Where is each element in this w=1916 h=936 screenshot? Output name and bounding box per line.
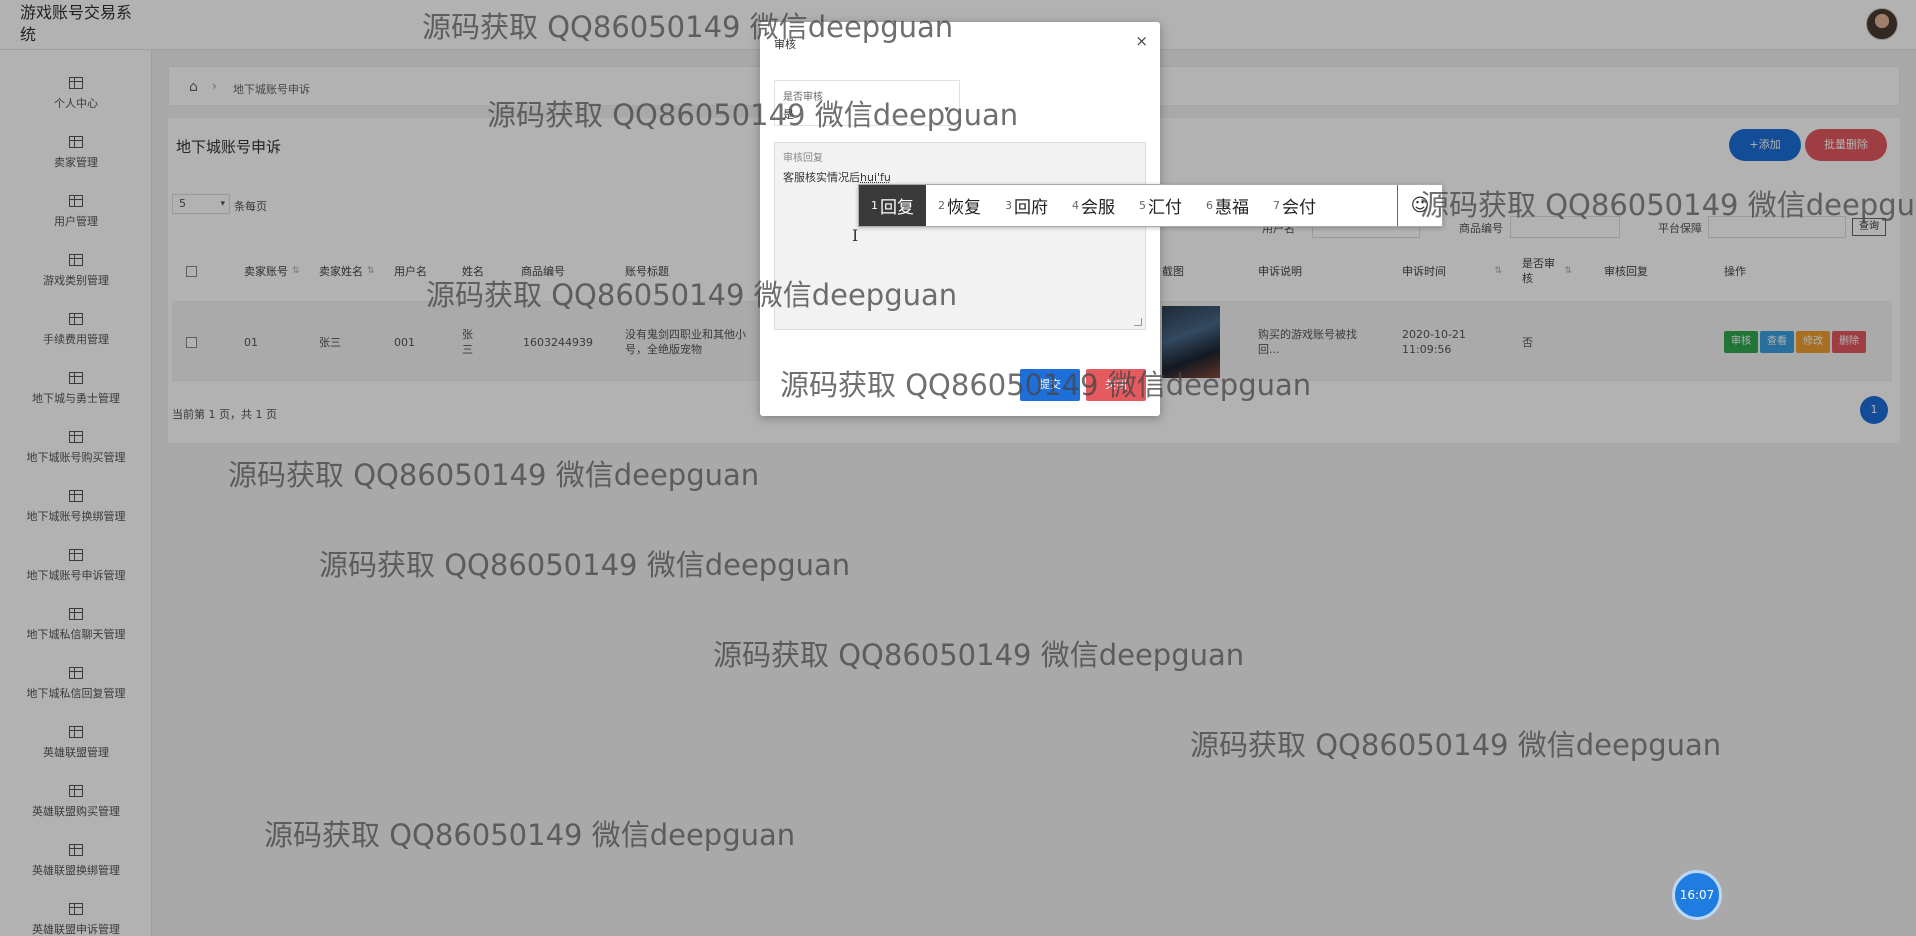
reviewed-label: 是否审核 <box>783 92 823 103</box>
ime-candidate[interactable]: 1 回复 <box>859 185 926 226</box>
ime-candidate[interactable]: 7 会付 <box>1261 185 1328 226</box>
ime-candidate[interactable]: 6 惠福 <box>1194 185 1261 226</box>
candidate-index: 6 <box>1206 199 1213 212</box>
ime-candidate[interactable]: 4 会服 <box>1060 185 1127 226</box>
candidate-index: 4 <box>1072 199 1079 212</box>
candidate-text: 汇付 <box>1148 198 1182 218</box>
floating-clock[interactable]: 16:07 <box>1672 870 1722 920</box>
dialog-title: 审核 <box>774 38 796 51</box>
chevron-down-icon: ▾ <box>944 105 949 115</box>
candidate-text: 恢复 <box>947 198 981 218</box>
review-reply-text: 客服核实情况后 <box>783 171 860 184</box>
ime-composition-text: hui'fu <box>860 171 891 184</box>
ime-candidate[interactable]: 2 恢复 <box>926 185 993 226</box>
emoji-icon[interactable]: ☺ <box>1398 185 1442 226</box>
close-icon[interactable]: × <box>1135 34 1148 49</box>
review-reply-value: 客服核实情况后hui'fu <box>783 169 891 185</box>
ime-candidate[interactable]: 5 汇付 <box>1127 185 1194 226</box>
ime-candidate-bar: 1 回复 2 恢复 3 回府 4 会服 5 汇付 6 惠福 7 会付 ☺ <box>858 184 1443 227</box>
candidate-index: 1 <box>871 199 878 212</box>
review-reply-textarea[interactable]: 审核回复 客服核实情况后hui'fu <box>774 142 1146 330</box>
ime-candidate[interactable]: 3 回府 <box>993 185 1060 226</box>
candidate-index: 3 <box>1005 199 1012 212</box>
candidate-text: 惠福 <box>1215 198 1249 218</box>
submit-button[interactable]: 提交 <box>1020 369 1080 401</box>
close-button[interactable]: 关闭 <box>1086 369 1146 401</box>
candidate-text: 会服 <box>1081 198 1115 218</box>
text-cursor-icon: I <box>852 226 859 245</box>
candidate-index: 7 <box>1273 199 1280 212</box>
reviewed-value: 是 <box>783 108 794 121</box>
candidate-index: 5 <box>1139 199 1146 212</box>
candidate-text: 会付 <box>1282 198 1316 218</box>
reviewed-select[interactable]: 是否审核 是 ▾ <box>774 80 960 126</box>
review-reply-label: 审核回复 <box>783 153 823 164</box>
resize-handle[interactable] <box>1134 318 1142 326</box>
candidate-index: 2 <box>938 199 945 212</box>
candidate-text: 回府 <box>1014 198 1048 218</box>
candidate-text: 回复 <box>880 198 914 218</box>
